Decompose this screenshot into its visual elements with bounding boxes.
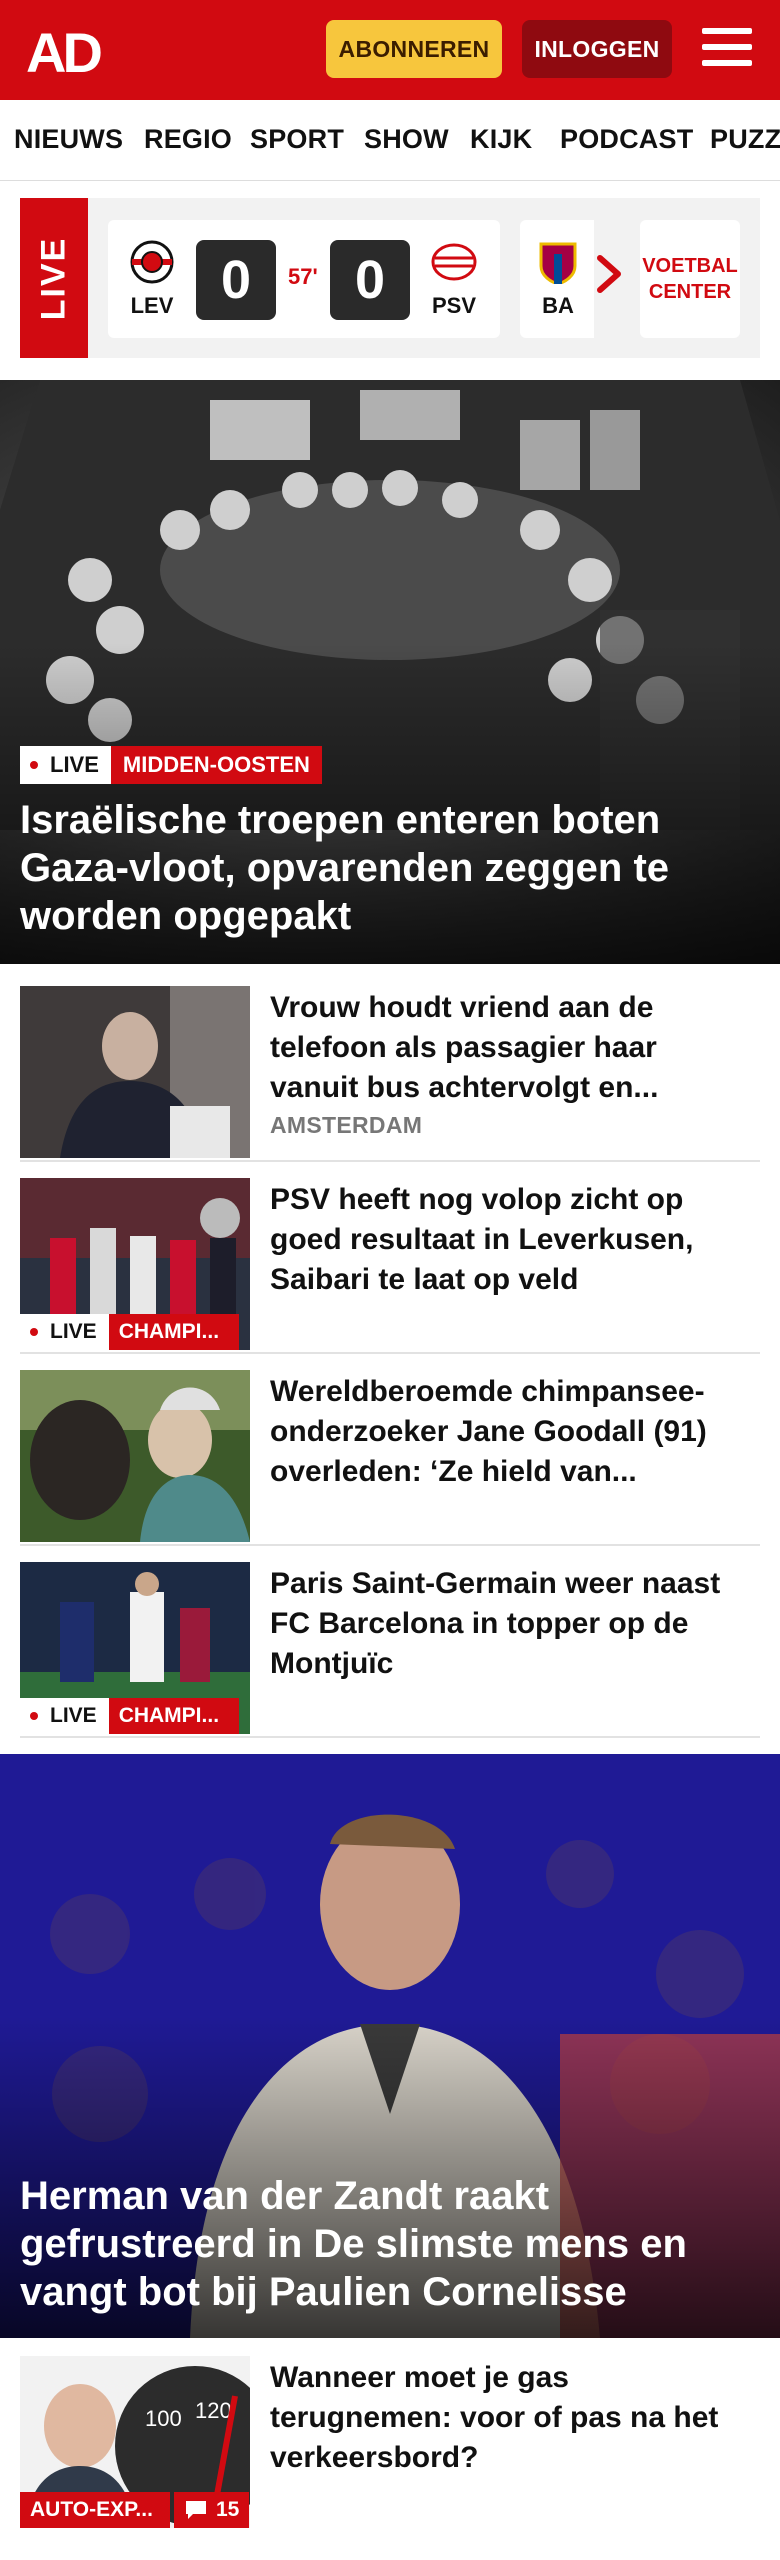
nav-item-kijk[interactable]: KIJK [470,124,532,155]
next-team: BA [528,240,588,319]
section-nav: NIEUWS REGIO SPORT SHOW KIJK PODCAST PUZ… [0,100,780,181]
match-minute: 57' [288,264,318,289]
article-thumbnail: 100 120 AUTO-EXP... 15 [20,2356,250,2528]
article-thumbnail [20,1370,250,1542]
live-dot-icon [30,1328,38,1336]
hero-badges: LIVE MIDDEN-OOSTEN [20,746,322,784]
nav-item-puzzel[interactable]: PUZZ [710,124,780,155]
article-title[interactable]: Wereldberoemde chimpansee-onderzoeker Ja… [270,1372,750,1492]
svg-text:120: 120 [195,2398,232,2423]
nav-item-nieuws[interactable]: NIEUWS [14,124,123,155]
home-team: LEV [122,240,182,319]
home-team-abbr: LEV [130,293,174,318]
voetbal-center-link[interactable]: VOETBAL CENTER [640,220,740,338]
live-badge: LIVE [20,1698,109,1734]
article-location: AMSTERDAM [270,1112,423,1138]
thumb-badges: LIVE CHAMPI... [20,1314,239,1350]
menu-icon[interactable] [702,28,752,72]
thumb-badges: LIVE CHAMPI... [20,1698,239,1734]
barcelona-crest-icon [539,242,577,286]
hero-title[interactable]: Herman van der Zandt raakt gefrustreerd … [20,2172,760,2316]
subscribe-button[interactable]: ABONNEREN [326,20,502,78]
nav-item-podcast[interactable]: PODCAST [560,124,693,155]
article-title[interactable]: Paris Saint-Germain weer naast FC Barcel… [270,1564,750,1684]
live-score-strip: LIVE LEV 0 57' 0 PSV BA VOETBAL CENTER [20,198,760,358]
category-badge: MIDDEN-OOSTEN [110,746,322,784]
category-badge: CHAMPI... [108,1698,239,1734]
live-label: LIVE [20,198,88,358]
thumb-badges: AUTO-EXP... 15 [20,2492,250,2528]
home-score: 0 [196,240,276,320]
list-item[interactable]: 100 120 AUTO-EXP... 15 Wanneer moet je g… [20,2338,760,2560]
article-title[interactable]: PSV heeft nog volop zicht op goed result… [270,1180,750,1300]
live-badge: LIVE [20,746,111,784]
svg-text:100: 100 [145,2406,182,2431]
nav-item-show[interactable]: SHOW [364,124,449,155]
article-thumbnail: LIVE CHAMPI... [20,1178,250,1350]
live-badge: LIVE [20,1314,109,1350]
comment-icon [186,2501,206,2519]
list-item[interactable]: Wereldberoemde chimpansee-onderzoeker Ja… [20,1352,760,1546]
hero-article-2[interactable]: Herman van der Zandt raakt gefrustreerd … [0,1754,780,2338]
next-match-card[interactable]: BA [520,220,594,338]
hero-title[interactable]: Israëlische troepen enteren boten Gaza-v… [20,796,760,940]
nav-item-sport[interactable]: SPORT [250,124,344,155]
category-badge: CHAMPI... [108,1314,239,1350]
list-item[interactable]: LIVE CHAMPI... PSV heeft nog volop zicht… [20,1160,760,1354]
leverkusen-crest-icon [130,240,174,284]
live-dot-icon [30,761,38,769]
next-team-abbr: BA [542,293,574,318]
psv-crest-icon [431,243,477,281]
ad-logo[interactable]: AD [26,24,116,78]
nav-item-regio[interactable]: REGIO [144,124,232,155]
list-item[interactable]: Vrouw houdt vriend aan de telefoon als p… [20,968,760,1162]
article-thumbnail: LIVE CHAMPI... [20,1562,250,1734]
category-badge: AUTO-EXP... [20,2492,170,2528]
list-item[interactable]: LIVE CHAMPI... Paris Saint-Germain weer … [20,1544,760,1738]
live-dot-icon [30,1712,38,1720]
svg-text:AD: AD [26,24,101,78]
article-thumbnail [20,986,250,1158]
chevron-right-icon[interactable] [592,252,628,296]
top-header: AD ABONNEREN INLOGGEN [0,0,780,100]
login-button[interactable]: INLOGGEN [522,20,672,78]
away-team-abbr: PSV [431,293,477,318]
article-title[interactable]: Vrouw houdt vriend aan de telefoon als p… [270,988,750,1108]
article-title[interactable]: Wanneer moet je gas terugnemen: voor of … [270,2358,750,2478]
match-card[interactable]: LEV 0 57' 0 PSV [108,220,500,338]
comment-count-badge[interactable]: 15 [174,2492,250,2528]
away-score: 0 [330,240,410,320]
away-team: PSV [424,240,484,319]
hero-article[interactable]: LIVE MIDDEN-OOSTEN Israëlische troepen e… [0,380,780,964]
